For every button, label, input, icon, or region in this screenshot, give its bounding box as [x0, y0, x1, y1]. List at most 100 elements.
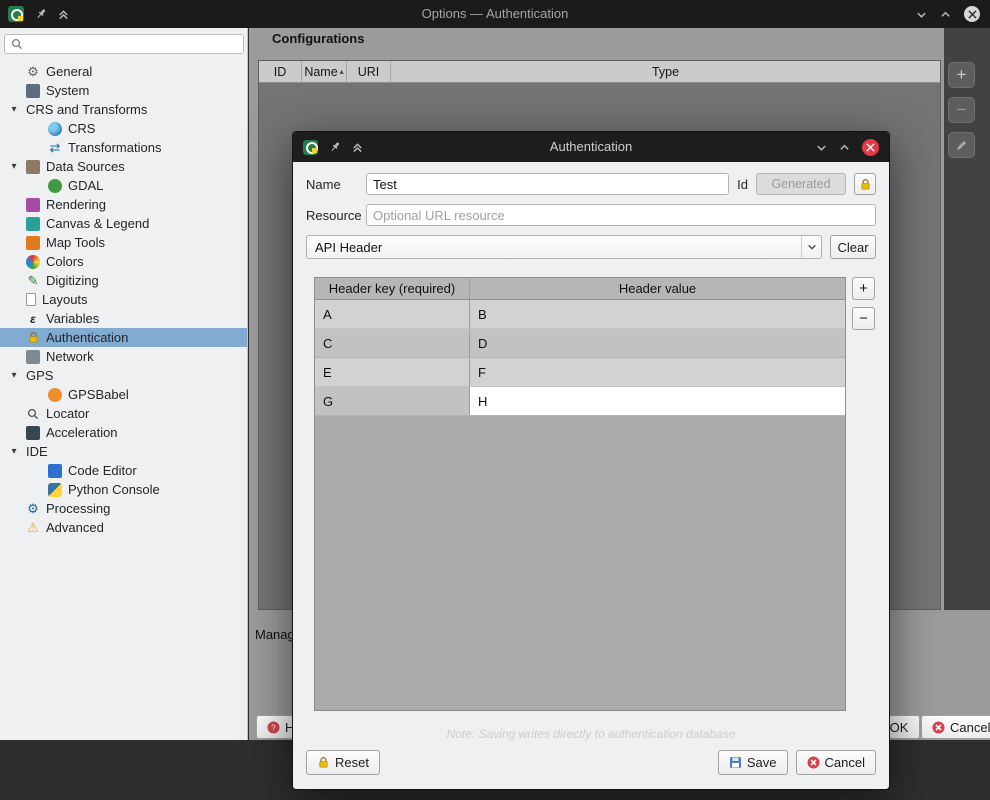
- sidebar-item-system[interactable]: System: [0, 81, 247, 100]
- python-icon: [48, 483, 62, 497]
- key-cell[interactable]: G: [315, 387, 470, 415]
- column-header-uri[interactable]: URI: [347, 61, 391, 82]
- sidebar-search[interactable]: [4, 34, 244, 54]
- map-tools-icon: [26, 236, 40, 250]
- value-cell[interactable]: F: [470, 358, 845, 386]
- processing-gear-icon: ⚙: [26, 502, 40, 516]
- remove-configuration-button[interactable]: −: [948, 97, 975, 123]
- sidebar-item-map-tools[interactable]: Map Tools: [0, 233, 247, 252]
- shade-down-icon[interactable]: [916, 9, 927, 20]
- sidebar-item-canvas-legend[interactable]: Canvas & Legend: [0, 214, 247, 233]
- value-cell[interactable]: B: [470, 300, 845, 328]
- key-cell[interactable]: E: [315, 358, 470, 386]
- sidebar-item-digitizing[interactable]: ✎Digitizing: [0, 271, 247, 290]
- auth-method-select[interactable]: API Header: [306, 235, 822, 259]
- table-row: A B: [315, 300, 845, 329]
- sort-arrow-icon: ▴: [340, 67, 344, 76]
- dialog-close-icon[interactable]: [862, 139, 879, 156]
- add-configuration-button[interactable]: +: [948, 62, 975, 88]
- id-lock-button[interactable]: [854, 173, 876, 195]
- save-button[interactable]: Save: [718, 750, 788, 775]
- column-header-name[interactable]: Name▴: [302, 61, 347, 82]
- id-label: Id: [737, 177, 748, 192]
- rendering-icon: [26, 198, 40, 212]
- options-sidebar: ⚙General System ▾CRS and Transforms CRS …: [0, 28, 248, 740]
- minus-icon: −: [957, 100, 967, 120]
- column-header-key[interactable]: Header key (required): [315, 278, 470, 299]
- variables-epsilon-icon: ε: [26, 312, 40, 326]
- auth-method-value: API Header: [315, 240, 382, 255]
- sidebar-item-gdal[interactable]: GDAL: [0, 176, 247, 195]
- sidebar-item-colors[interactable]: Colors: [0, 252, 247, 271]
- sidebar-item-gpsbabel[interactable]: GPSBabel: [0, 385, 247, 404]
- expander-down-icon[interactable]: ▾: [8, 446, 20, 457]
- column-header-value[interactable]: Header value: [470, 278, 845, 299]
- configurations-heading: Configurations: [272, 31, 364, 46]
- sidebar-item-transformations[interactable]: ⇄Transformations: [0, 138, 247, 157]
- expander-down-icon[interactable]: ▾: [8, 104, 20, 115]
- main-cancel-button[interactable]: Cancel: [921, 715, 990, 739]
- shade-down-icon[interactable]: [816, 142, 827, 153]
- reset-button[interactable]: Reset: [306, 750, 380, 775]
- shade-up-icon[interactable]: [839, 142, 850, 153]
- configurations-table-header: ID Name▴ URI Type: [259, 61, 940, 83]
- sidebar-item-rendering[interactable]: Rendering: [0, 195, 247, 214]
- key-cell[interactable]: A: [315, 300, 470, 328]
- column-header-type[interactable]: Type: [391, 61, 940, 82]
- window-close-icon[interactable]: [964, 6, 980, 22]
- lock-icon: [26, 331, 40, 345]
- chevron-down-icon: [801, 236, 821, 258]
- sidebar-item-crs[interactable]: CRS: [0, 119, 247, 138]
- value-cell[interactable]: D: [470, 329, 845, 357]
- key-cell[interactable]: C: [315, 329, 470, 357]
- dialog-title: Authentication: [293, 132, 889, 162]
- name-input[interactable]: [366, 173, 729, 195]
- layouts-page-icon: [26, 293, 36, 306]
- sidebar-item-code-editor[interactable]: Code Editor: [0, 461, 247, 480]
- dialog-cancel-button[interactable]: Cancel: [796, 750, 876, 775]
- sidebar-item-authentication[interactable]: Authentication: [0, 328, 247, 347]
- svg-text:?: ?: [271, 723, 276, 732]
- clear-button[interactable]: Clear: [830, 235, 876, 259]
- sidebar-item-processing[interactable]: ⚙Processing: [0, 499, 247, 518]
- id-generated-field: Generated: [756, 173, 846, 195]
- dialog-footer: Reset Save Cancel: [306, 750, 876, 775]
- sidebar-item-acceleration[interactable]: Acceleration: [0, 423, 247, 442]
- expander-down-icon[interactable]: ▾: [8, 161, 20, 172]
- window-title: Options — Authentication: [0, 0, 990, 28]
- sidebar-item-general[interactable]: ⚙General: [0, 62, 247, 81]
- search-input[interactable]: [28, 37, 237, 51]
- name-label: Name: [306, 177, 358, 192]
- remove-row-button[interactable]: −: [852, 307, 875, 330]
- cancel-x-icon: [807, 756, 820, 769]
- plus-icon: +: [957, 65, 967, 85]
- sidebar-group-ide[interactable]: ▾IDE: [0, 442, 247, 461]
- sidebar-item-variables[interactable]: εVariables: [0, 309, 247, 328]
- value-cell-editing[interactable]: H: [470, 387, 845, 415]
- sidebar-group-gps[interactable]: ▾GPS: [0, 366, 247, 385]
- expander-down-icon[interactable]: ▾: [8, 370, 20, 381]
- add-row-button[interactable]: +: [852, 277, 875, 300]
- code-editor-icon: [48, 464, 62, 478]
- table-empty-area: [315, 416, 845, 710]
- column-header-id[interactable]: ID: [259, 61, 302, 82]
- dialog-titlebar: Authentication: [293, 132, 889, 162]
- edit-configuration-button[interactable]: [948, 132, 975, 158]
- sidebar-item-locator[interactable]: Locator: [0, 404, 247, 423]
- edit-pencil-icon: [955, 139, 968, 152]
- resource-label: Resource: [306, 208, 358, 223]
- sidebar-item-network[interactable]: Network: [0, 347, 247, 366]
- sidebar-group-crs-and-transforms[interactable]: ▾CRS and Transforms: [0, 100, 247, 119]
- system-icon: [26, 84, 40, 98]
- save-note: Note: Saving writes directly to authenti…: [306, 727, 876, 741]
- save-floppy-icon: [729, 756, 742, 769]
- sidebar-group-data-sources[interactable]: ▾Data Sources: [0, 157, 247, 176]
- sidebar-item-layouts[interactable]: Layouts: [0, 290, 247, 309]
- sidebar-item-python-console[interactable]: Python Console: [0, 480, 247, 499]
- cancel-x-icon: [932, 721, 945, 734]
- acceleration-icon: [26, 426, 40, 440]
- warning-icon: ⚠: [26, 521, 40, 535]
- resource-input[interactable]: [366, 204, 876, 226]
- sidebar-item-advanced[interactable]: ⚠Advanced: [0, 518, 247, 537]
- shade-up-icon[interactable]: [940, 9, 951, 20]
